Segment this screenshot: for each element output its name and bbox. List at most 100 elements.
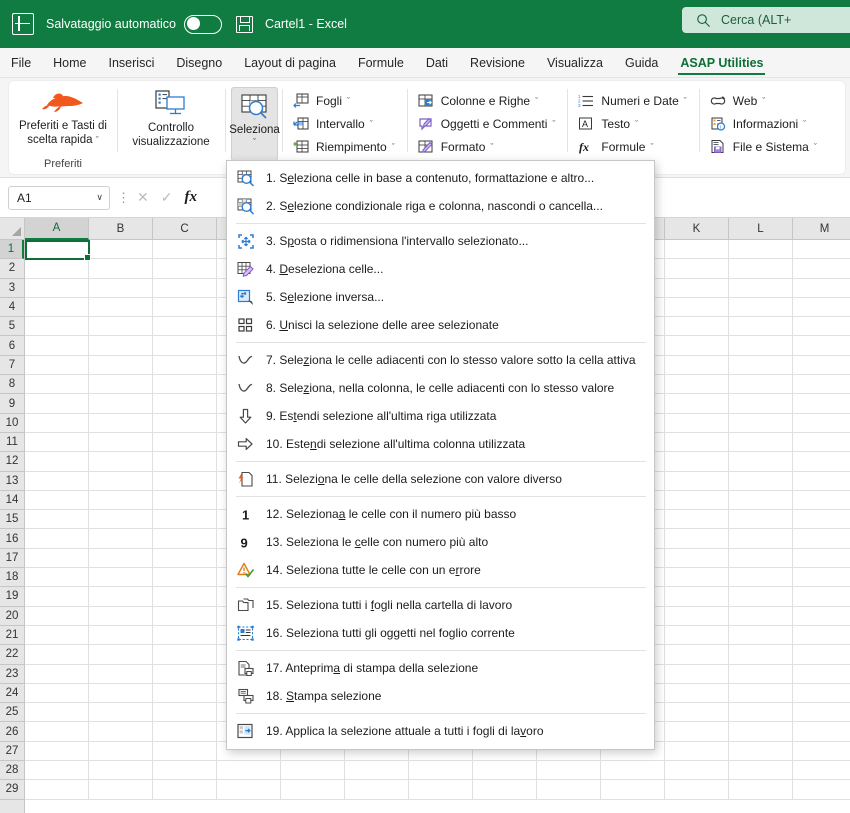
tab-asap-utilities[interactable]: ASAP Utilities <box>669 52 774 77</box>
cell-M15[interactable] <box>793 510 850 528</box>
cell-B11[interactable] <box>89 432 153 452</box>
row-header-6[interactable]: 6 <box>0 336 24 356</box>
cell-C7[interactable] <box>153 355 217 375</box>
cell-A18[interactable] <box>25 568 89 587</box>
cell-L22[interactable] <box>729 645 793 664</box>
cell-C2[interactable] <box>153 259 217 278</box>
cell-A28[interactable] <box>25 761 89 780</box>
search-box[interactable]: Cerca (ALT+ <box>682 7 850 33</box>
cell-L29[interactable] <box>729 780 793 799</box>
cell-B10[interactable] <box>89 413 153 432</box>
cell-K9[interactable] <box>665 394 729 413</box>
cell-G28[interactable] <box>409 761 473 780</box>
column-header-C[interactable]: C <box>153 218 217 239</box>
cell-M1[interactable] <box>793 240 850 258</box>
cell-K3[interactable] <box>665 278 729 297</box>
cell-A29[interactable] <box>25 780 89 799</box>
ribbon-item-riempimento[interactable]: Riempimento ˇ <box>290 135 401 158</box>
cell-B22[interactable] <box>89 645 153 664</box>
cell-L8[interactable] <box>729 375 793 394</box>
cell-A24[interactable] <box>25 683 89 703</box>
cell-L28[interactable] <box>729 761 793 780</box>
row-header-4[interactable]: 4 <box>0 298 24 318</box>
cell-K1[interactable] <box>665 240 729 259</box>
row-header-21[interactable]: 21 <box>0 626 24 646</box>
cell-K19[interactable] <box>665 587 729 606</box>
cell-K13[interactable] <box>665 471 729 490</box>
cell-J29[interactable] <box>601 780 665 799</box>
menu-item-3[interactable]: 3. Sposta o ridimensiona l'intervallo se… <box>227 227 654 255</box>
tab-visualizza[interactable]: Visualizza <box>536 52 614 77</box>
cell-M27[interactable] <box>793 742 850 760</box>
cell-K2[interactable] <box>665 259 729 278</box>
cancel-formula-icon[interactable]: ✕ <box>137 189 149 206</box>
cell-K11[interactable] <box>665 432 729 452</box>
cell-M2[interactable] <box>793 259 850 277</box>
cell-D28[interactable] <box>217 761 281 780</box>
cell-L6[interactable] <box>729 336 793 355</box>
cell-C9[interactable] <box>153 394 217 413</box>
cell-A2[interactable] <box>25 259 89 278</box>
row-header-26[interactable]: 26 <box>0 722 24 742</box>
row-header-16[interactable]: 16 <box>0 529 24 549</box>
cell-M19[interactable] <box>793 587 850 605</box>
ribbon-item-formato[interactable]: Formato ˇ <box>415 135 562 158</box>
cell-A21[interactable] <box>25 625 89 645</box>
ribbon-item-numeri-e-date[interactable]: 1 2 3 Numeri e Date ˇ <box>575 89 692 112</box>
cell-B13[interactable] <box>89 471 153 490</box>
row-header-7[interactable]: 7 <box>0 356 24 376</box>
cell-B19[interactable] <box>89 587 153 606</box>
cell-K26[interactable] <box>665 722 729 741</box>
cell-B4[interactable] <box>89 297 153 317</box>
cell-C10[interactable] <box>153 413 217 432</box>
cell-C28[interactable] <box>153 761 217 780</box>
ribbon-item-oggetti-e-commenti[interactable]: Oggetti e Commenti ˇ <box>415 112 562 135</box>
insert-function-icon[interactable]: fx <box>184 189 197 206</box>
cell-B20[interactable] <box>89 606 153 625</box>
cell-C17[interactable] <box>153 548 217 568</box>
menu-item-2[interactable]: 2. Selezione condizionale riga e colonna… <box>227 192 654 220</box>
row-header-25[interactable]: 25 <box>0 703 24 723</box>
cell-M22[interactable] <box>793 645 850 663</box>
cell-D29[interactable] <box>217 780 281 799</box>
cell-B26[interactable] <box>89 722 153 741</box>
cell-K27[interactable] <box>665 741 729 761</box>
cell-B15[interactable] <box>89 510 153 529</box>
row-header-1[interactable]: 1 <box>0 240 24 260</box>
cell-B16[interactable] <box>89 529 153 548</box>
cell-B8[interactable] <box>89 375 153 394</box>
menu-item-4[interactable]: 4. Deseleziona celle... <box>227 255 654 283</box>
cell-C15[interactable] <box>153 510 217 529</box>
menu-item-17[interactable]: 17. Anteprima di stampa della selezione <box>227 654 654 682</box>
menu-item-8[interactable]: 8. Seleziona, nella colonna, le celle ad… <box>227 374 654 402</box>
tab-file[interactable]: File <box>0 52 42 77</box>
cell-K28[interactable] <box>665 761 729 780</box>
menu-item-5[interactable]: 5. Selezione inversa... <box>227 283 654 311</box>
row-header-18[interactable]: 18 <box>0 568 24 588</box>
row-header-11[interactable]: 11 <box>0 433 24 453</box>
cell-C5[interactable] <box>153 317 217 336</box>
seleziona-dropdown-menu[interactable]: 1. Seleziona celle in base a contenuto, … <box>226 160 655 750</box>
ribbon-item-informazioni[interactable]: i Informazioni ˇ <box>707 112 823 135</box>
row-header-29[interactable]: 29 <box>0 780 24 800</box>
cell-C4[interactable] <box>153 297 217 317</box>
cell-A10[interactable] <box>25 413 89 432</box>
cell-M4[interactable] <box>793 298 850 316</box>
cell-B24[interactable] <box>89 683 153 703</box>
menu-item-16[interactable]: 16. Seleziona tutti gli oggetti nel fogl… <box>227 619 654 647</box>
tab-guida[interactable]: Guida <box>614 52 669 77</box>
cell-L5[interactable] <box>729 317 793 336</box>
column-header-B[interactable]: B <box>89 218 153 239</box>
cell-C20[interactable] <box>153 606 217 625</box>
save-icon[interactable] <box>235 15 253 33</box>
cell-C3[interactable] <box>153 278 217 297</box>
cell-L11[interactable] <box>729 432 793 452</box>
cell-M6[interactable] <box>793 336 850 354</box>
cell-A3[interactable] <box>25 278 89 297</box>
cell-K10[interactable] <box>665 413 729 432</box>
cell-K17[interactable] <box>665 548 729 568</box>
row-header-28[interactable]: 28 <box>0 761 24 781</box>
cell-F28[interactable] <box>345 761 409 780</box>
cell-A19[interactable] <box>25 587 89 606</box>
row-header-14[interactable]: 14 <box>0 491 24 511</box>
